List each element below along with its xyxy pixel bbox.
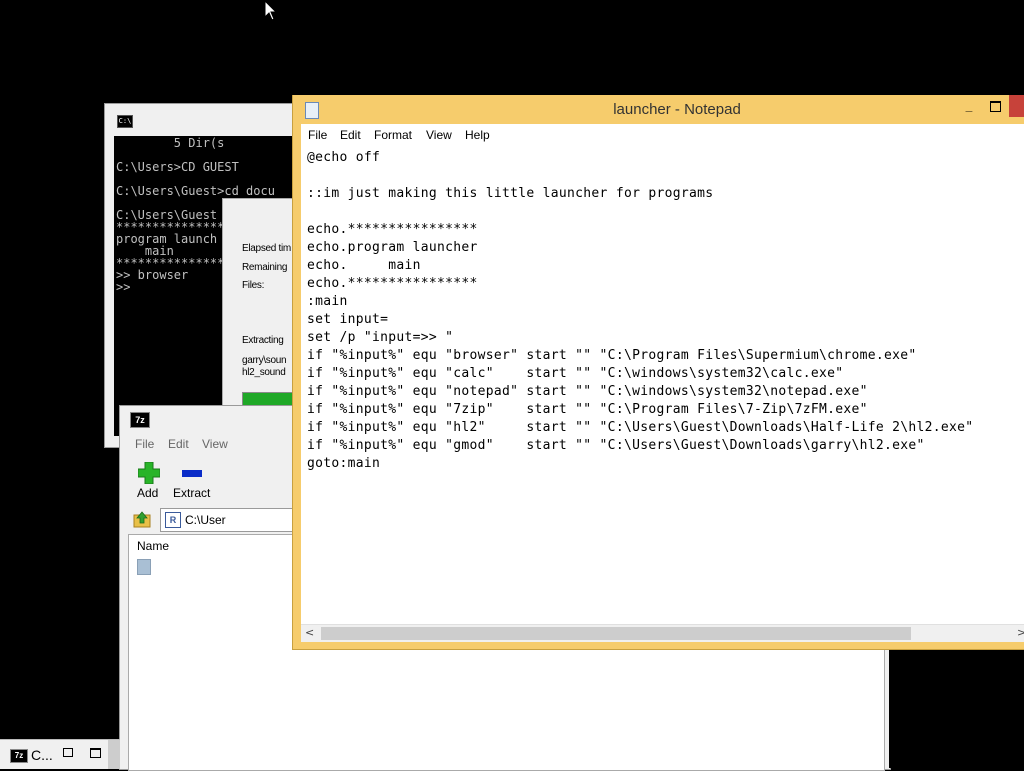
add-button-label[interactable]: Add xyxy=(137,486,158,500)
text-line: if "%input%" equ "hl2" start "" "C:\User… xyxy=(307,420,974,435)
folder-icon[interactable] xyxy=(137,559,151,575)
scrollbar-thumb[interactable] xyxy=(321,627,911,640)
text-line: ::im just making this little launcher fo… xyxy=(307,186,714,201)
text-line: if "%input%" equ "calc" start "" "C:\win… xyxy=(307,366,844,381)
text-line: :main xyxy=(307,294,348,309)
minimize-button[interactable]: _ xyxy=(961,99,977,115)
close-button[interactable] xyxy=(1009,95,1024,117)
background-region xyxy=(889,648,1024,768)
minimized-window-label[interactable]: C... xyxy=(31,747,53,763)
text-line: if "%input%" equ "7zip" start "" "C:\Pro… xyxy=(307,402,868,417)
drive-icon: R xyxy=(165,512,181,528)
text-line: @echo off xyxy=(307,150,381,165)
current-file-label: hl2_sound xyxy=(242,367,286,378)
text-line: if "%input%" equ "notepad" start "" "C:\… xyxy=(307,384,868,399)
menu-edit[interactable]: Edit xyxy=(340,128,361,142)
folder-up-icon[interactable] xyxy=(133,510,151,528)
text-line: echo.**************** xyxy=(307,276,478,291)
menu-bar: File Edit Format View Help xyxy=(301,124,1024,146)
text-line: echo.**************** xyxy=(307,222,478,237)
extract-icon[interactable] xyxy=(182,470,202,477)
column-header-name[interactable]: Name xyxy=(137,539,169,553)
add-icon[interactable] xyxy=(138,462,160,484)
menu-edit[interactable]: Edit xyxy=(168,437,189,451)
menu-view[interactable]: View xyxy=(202,437,228,451)
cmd-line: 5 Dir(s xyxy=(116,136,225,150)
scroll-right-arrow-icon[interactable]: > xyxy=(1017,626,1024,639)
menu-file[interactable]: File xyxy=(135,437,154,451)
minimized-window-bar[interactable]: 7z C... xyxy=(0,739,120,769)
elapsed-time-label: Elapsed tim xyxy=(242,243,291,254)
7zip-icon: 7z xyxy=(130,412,150,428)
maximize-icon[interactable] xyxy=(90,748,101,758)
menu-file[interactable]: File xyxy=(308,128,327,142)
notepad-window[interactable]: launcher - Notepad _ File Edit Format Vi… xyxy=(292,95,1024,650)
text-line: goto:main xyxy=(307,456,381,471)
horizontal-scrollbar[interactable]: < > xyxy=(301,624,1024,642)
menu-format[interactable]: Format xyxy=(374,128,412,142)
extracting-label: Extracting xyxy=(242,335,284,346)
text-line: if "%input%" equ "browser" start "" "C:\… xyxy=(307,348,917,363)
path-value: C:\User xyxy=(185,513,226,527)
text-line: echo. main xyxy=(307,258,421,273)
remaining-time-label: Remaining xyxy=(242,262,288,273)
current-file-label: garry\soun xyxy=(242,355,287,366)
text-line: set input= xyxy=(307,312,389,327)
7zip-icon: 7z xyxy=(10,749,28,763)
window-title: launcher - Notepad xyxy=(613,101,741,118)
cmd-line: C:\Users\Guest>cd docu xyxy=(116,184,275,198)
text-line: if "%input%" equ "gmod" start "" "C:\Use… xyxy=(307,438,925,453)
cmd-line: C:\Users>CD GUEST xyxy=(116,160,239,174)
mouse-cursor-icon xyxy=(264,0,278,21)
cmd-line: >> xyxy=(116,280,131,294)
text-line: set /p "input=>> " xyxy=(307,330,454,345)
menu-view[interactable]: View xyxy=(426,128,452,142)
cmd-icon: C:\ xyxy=(117,115,133,128)
files-label: Files: xyxy=(242,280,265,291)
text-editor-area[interactable]: @echo off ::im just making this little l… xyxy=(301,146,1024,624)
text-line: echo.program launcher xyxy=(307,240,478,255)
extract-button-label[interactable]: Extract xyxy=(173,486,210,500)
scroll-left-arrow-icon[interactable]: < xyxy=(305,626,314,639)
maximize-icon[interactable] xyxy=(990,101,1001,112)
scrollbar-stub xyxy=(108,740,120,769)
menu-help[interactable]: Help xyxy=(465,128,490,142)
restore-icon[interactable] xyxy=(63,748,73,757)
